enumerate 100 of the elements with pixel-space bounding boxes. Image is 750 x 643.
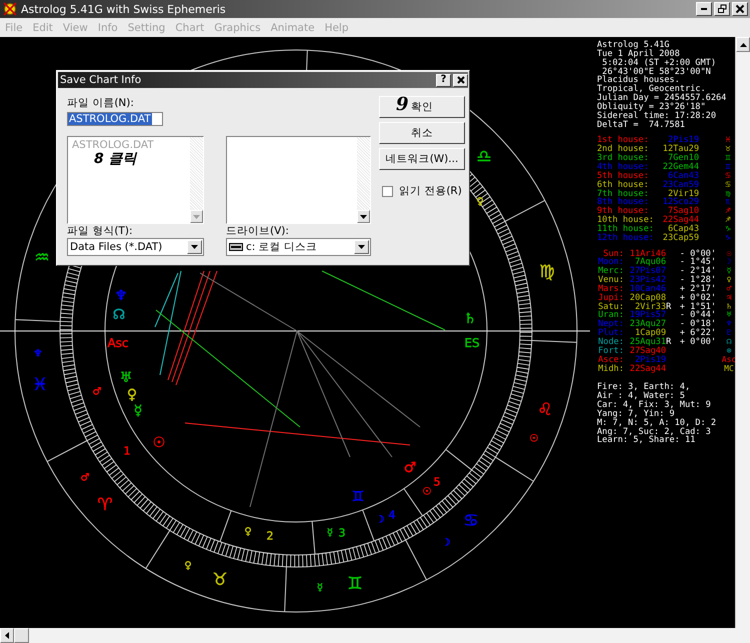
dialog-button[interactable]: 취소: [379, 122, 465, 144]
menu-item[interactable]: View: [58, 22, 93, 34]
planet-position: 19Pis57: [630, 311, 666, 320]
house-position: 2Vir19: [668, 190, 699, 198]
dropdown-button[interactable]: [354, 240, 369, 254]
info-line: Sidereal time: 17:28:20: [597, 112, 717, 121]
planet-glyph: ♂: [80, 472, 90, 484]
planet-name: Plut:: [598, 329, 624, 338]
planet-name: Moon:: [598, 258, 624, 268]
house-label: 6th house:: [597, 180, 650, 190]
close-button[interactable]: [453, 74, 468, 86]
house-label: 12th house:: [597, 234, 655, 243]
help-button[interactable]: ?: [436, 74, 451, 86]
planet-glyph: ♂: [726, 284, 732, 294]
house-position: 7Sag10: [668, 207, 699, 216]
file-list[interactable]: [226, 136, 371, 224]
menu-item[interactable]: Help: [320, 22, 354, 34]
planet-position: 11Ari46: [630, 250, 666, 258]
zodiac-sign-glyph: ♈: [97, 495, 113, 515]
retrograde-label: R: [666, 302, 672, 312]
minimize-icon: [701, 8, 707, 10]
sign-glyph: ♏: [725, 198, 731, 208]
menu-item[interactable]: Setting: [122, 22, 170, 34]
planet-glyph: ♃: [726, 294, 732, 303]
planet-glyph: ♆: [114, 288, 128, 304]
planet-position: 27Sag40: [630, 346, 666, 356]
zodiac-sign-glyph: ♊: [347, 574, 363, 594]
planet-name: Nept:: [598, 320, 624, 330]
scroll-up-button[interactable]: [736, 37, 750, 52]
planet-glyph: ☉: [726, 250, 732, 258]
planet-glyph: ☿: [316, 582, 324, 594]
info-line: Julian Day = 2454557.6264: [597, 94, 728, 103]
menu-item[interactable]: Graphics: [209, 22, 266, 34]
dropdown-value: Data Files (*.DAT): [70, 241, 164, 253]
planet-name: Venu:: [598, 276, 624, 285]
info-line: Air : 4, Water: 5: [597, 392, 685, 402]
planet-motion: - 0°18': [680, 320, 716, 330]
restore-button[interactable]: [714, 2, 730, 16]
house-label: 9th house:: [597, 207, 649, 216]
planet-glyph: ♇: [726, 329, 732, 338]
planet-position: 2Vir33: [634, 302, 666, 312]
planet-glyph: ☽: [726, 258, 732, 267]
file-list-item[interactable]: ASTROLOG.DAT: [72, 139, 186, 151]
file-type-dropdown[interactable]: Data Files (*.DAT): [67, 238, 204, 256]
scroll-left-button[interactable]: [0, 628, 14, 643]
house-label: 1st house:: [597, 136, 650, 146]
checkbox[interactable]: [382, 186, 393, 196]
checkbox-label[interactable]: 읽기 전용(R): [399, 184, 462, 198]
planet-glyph: ♀: [726, 276, 732, 285]
close-button[interactable]: [732, 2, 748, 16]
sign-glyph: ♐: [725, 207, 731, 216]
menu-item[interactable]: Chart: [170, 22, 210, 34]
annotation-text: 9: [396, 94, 409, 115]
house-label: 4th house:: [597, 162, 650, 172]
dialog-title: Save Chart Info: [60, 74, 142, 86]
scroll-thumb[interactable]: [14, 628, 29, 643]
planet-glyph: ♅: [120, 370, 132, 386]
house-number: 4: [388, 508, 396, 522]
planet-name: Sun:: [603, 250, 624, 258]
planet-position: 7Aqu06: [634, 258, 666, 268]
planet-glyph: ♀: [184, 560, 192, 572]
house-position: 6Cap43: [668, 224, 699, 234]
zodiac-sign-glyph: ♌: [537, 400, 553, 420]
house-position: 22Sag44: [662, 216, 699, 225]
menu-item[interactable]: File: [0, 22, 28, 34]
dialog-button[interactable]: 네트워크(W)...: [379, 148, 465, 170]
sign-glyph: ♑: [725, 234, 731, 243]
menu-item[interactable]: Info: [92, 22, 123, 34]
file-name-field[interactable]: ASTROLOG.DAT: [67, 112, 163, 126]
zodiac-sign-glyph: ♍: [539, 262, 555, 282]
planet-name: Merc:: [598, 267, 624, 276]
sign-glyph: ♋: [725, 172, 731, 181]
sign-glyph: ♐: [725, 216, 731, 225]
planet-glyph: ☊: [112, 307, 126, 323]
planet-motion: + 1°51': [680, 302, 716, 312]
left-arrow-icon: [5, 632, 9, 639]
dropdown-button[interactable]: [187, 240, 202, 254]
planet-glyph: ☿: [326, 528, 334, 538]
vertical-scrollbar[interactable]: [735, 37, 750, 628]
sign-glyph: ♑: [725, 224, 731, 234]
planet-glyph: MC: [724, 364, 734, 374]
planet-motion: + 6°22': [680, 329, 716, 338]
menu-item[interactable]: Animate: [266, 22, 320, 34]
house-position: 7Gen10: [668, 154, 699, 163]
planet-glyph: ♅: [726, 311, 732, 320]
menu-item[interactable]: Edit: [28, 22, 58, 34]
house-number: 1: [124, 444, 130, 458]
planet-glyph: ☽: [442, 538, 450, 548]
planet-glyph: ☊: [726, 338, 732, 347]
minimize-button[interactable]: [696, 2, 712, 16]
zodiac-sign-glyph: ♋: [463, 511, 479, 531]
planet-motion: - 1°28': [680, 276, 716, 285]
drive-dropdown[interactable]: c: 로컬 디스크: [226, 238, 371, 256]
zodiac-sign-glyph: ♎: [476, 147, 492, 167]
scroll-down-button[interactable]: [357, 210, 370, 223]
horizontal-scrollbar[interactable]: [0, 628, 750, 643]
house-position: 12Tau29: [662, 145, 699, 154]
planet-motion: - 0°00': [680, 250, 716, 258]
sign-glyph: ♊: [725, 162, 731, 172]
planet-glyph: ♆: [34, 348, 42, 360]
